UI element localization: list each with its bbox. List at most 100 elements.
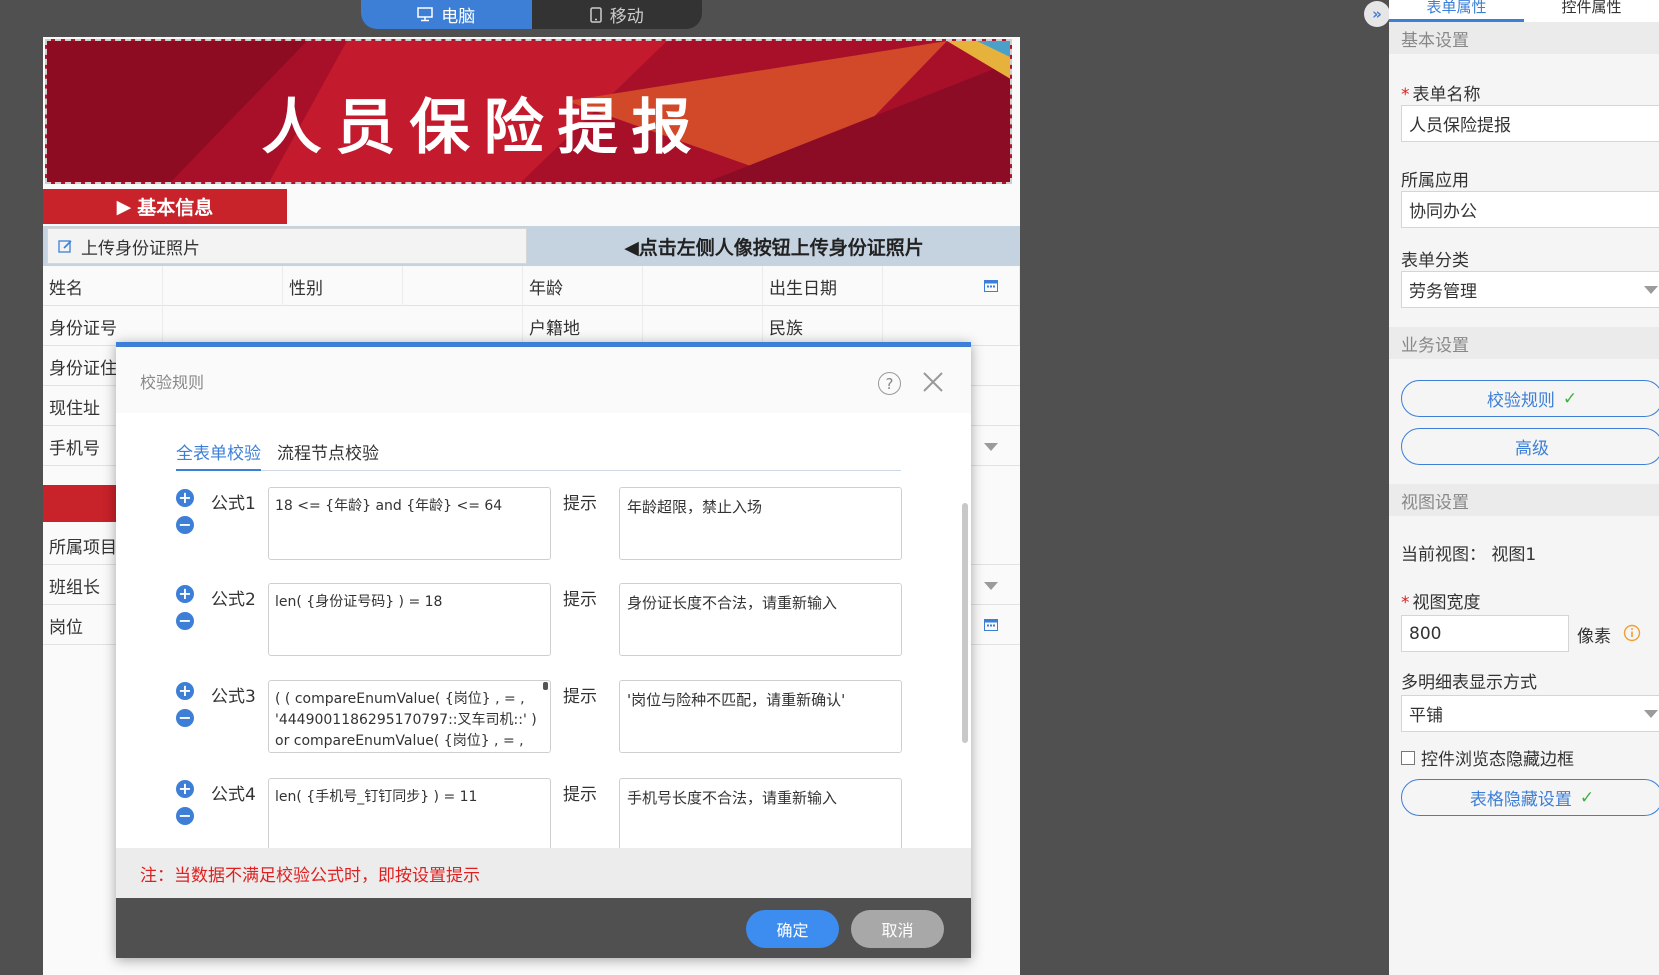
label-birth: 出生日期 bbox=[763, 266, 883, 306]
remove-rule-icon[interactable]: − bbox=[176, 709, 194, 727]
view-width-input[interactable]: 800 bbox=[1401, 615, 1569, 652]
hint-input[interactable]: 身份证长度不合法，请重新输入 bbox=[619, 583, 902, 656]
section-view-settings: 视图设置 bbox=[1389, 484, 1659, 516]
remove-rule-icon[interactable]: − bbox=[176, 807, 194, 825]
section-header-strip bbox=[43, 485, 123, 522]
add-rule-icon[interactable]: + bbox=[176, 489, 194, 507]
rule-row: + − 公式3 ( ( compareEnumValue( {岗位} , = ,… bbox=[116, 680, 971, 760]
field-id-number[interactable] bbox=[163, 306, 523, 346]
formula-input[interactable]: len( {身份证号码} ) = 18 bbox=[268, 583, 551, 656]
properties-panel: 表单属性 控件属性 基本设置 * 表单名称 人员保险提报 所属应用 协同办公 表单… bbox=[1389, 0, 1659, 975]
rule-row: + − 公式2 len( {身份证号码} ) = 18 提示 身份证长度不合法，… bbox=[116, 583, 971, 663]
close-icon[interactable] bbox=[920, 369, 946, 395]
required-marker: * bbox=[1401, 85, 1410, 105]
table-hide-settings-button[interactable]: 表格隐藏设置 ✓ bbox=[1401, 779, 1659, 816]
field-birth[interactable] bbox=[883, 266, 1020, 306]
remove-rule-icon[interactable]: − bbox=[176, 516, 194, 534]
add-rule-icon[interactable]: + bbox=[176, 780, 194, 798]
dialog-footer: 确定 取消 bbox=[116, 898, 971, 958]
field-ethnicity[interactable] bbox=[883, 306, 1020, 346]
section-basic-settings: 基本设置 bbox=[1389, 22, 1659, 54]
form-banner: 人员保险提报 bbox=[45, 39, 1012, 184]
rule-label: 公式4 bbox=[211, 785, 256, 805]
triangle-right-icon: ▶ bbox=[116, 195, 132, 218]
hint-label: 提示 bbox=[563, 785, 597, 805]
field-gender[interactable] bbox=[403, 266, 523, 306]
chevron-down-icon bbox=[1644, 286, 1658, 294]
hint-input[interactable]: '岗位与险种不匹配，请重新确认' bbox=[619, 680, 902, 753]
confirm-button[interactable]: 确定 bbox=[746, 910, 839, 948]
app-label: 所属应用 bbox=[1401, 171, 1469, 191]
validation-rules-button[interactable]: 校验规则 ✓ bbox=[1401, 380, 1659, 417]
field-name[interactable] bbox=[163, 266, 283, 306]
double-chevron-right-icon: » bbox=[1372, 5, 1382, 23]
advanced-label: 高级 bbox=[1515, 439, 1549, 459]
section-basic-info-label: 基本信息 bbox=[137, 197, 214, 219]
required-marker: * bbox=[1401, 593, 1410, 613]
hint-input[interactable]: 手机号长度不合法，请重新输入 bbox=[619, 778, 902, 848]
formula-input[interactable]: len( {手机号_钉钉同步} ) = 11 bbox=[268, 778, 551, 848]
form-name-label: * 表单名称 bbox=[1401, 80, 1481, 105]
calendar-icon[interactable] bbox=[984, 618, 998, 631]
dialog-title: 校验规则 bbox=[140, 373, 205, 392]
phone-icon bbox=[590, 6, 602, 23]
category-value: 劳务管理 bbox=[1409, 282, 1477, 302]
rule-row: + − 公式4 len( {手机号_钉钉同步} ) = 11 提示 手机号长度不… bbox=[116, 778, 971, 848]
dialog-scrollbar[interactable] bbox=[962, 503, 968, 743]
advanced-button[interactable]: 高级 bbox=[1401, 428, 1659, 465]
collapse-panel-button[interactable]: » bbox=[1364, 1, 1390, 27]
label-hometown: 户籍地 bbox=[523, 306, 643, 346]
section-basic-info: ▶ 基本信息 bbox=[43, 189, 287, 224]
cancel-button[interactable]: 取消 bbox=[851, 910, 944, 948]
formula-input[interactable]: 18 <= {年龄} and {年龄} <= 64 bbox=[268, 487, 551, 560]
current-view: 当前视图： 视图1 bbox=[1401, 545, 1537, 565]
chevron-down-icon[interactable] bbox=[984, 582, 998, 590]
calendar-icon[interactable] bbox=[984, 279, 998, 292]
label-ethnicity: 民族 bbox=[763, 306, 883, 346]
tab-control-properties[interactable]: 控件属性 bbox=[1524, 0, 1659, 22]
field-age[interactable] bbox=[643, 266, 763, 306]
chevron-down-icon[interactable] bbox=[984, 443, 998, 451]
desktop-mode-button[interactable]: 电脑 bbox=[361, 0, 532, 29]
textarea-scrollbar[interactable] bbox=[543, 682, 548, 690]
add-rule-icon[interactable]: + bbox=[176, 585, 194, 603]
field-hometown[interactable] bbox=[643, 306, 763, 346]
formula-text: ( ( compareEnumValue( {岗位} , = , '444900… bbox=[275, 691, 537, 749]
hide-border-checkbox[interactable] bbox=[1401, 750, 1415, 765]
section-business-settings: 业务设置 bbox=[1389, 327, 1659, 359]
upload-hint: ◀点击左侧人像按钮上传身份证照片 bbox=[624, 236, 924, 259]
hint-label: 提示 bbox=[563, 687, 597, 707]
banner-title: 人员保险提报 bbox=[261, 93, 706, 163]
rule-label: 公式2 bbox=[211, 590, 256, 610]
hide-border-label: 控件浏览态隐藏边框 bbox=[1421, 750, 1574, 770]
hint-input[interactable]: 年龄超限，禁止入场 bbox=[619, 487, 902, 560]
unit-label: 像素 bbox=[1577, 627, 1611, 647]
label-age: 年龄 bbox=[523, 266, 643, 306]
rule-tabs: 全表单校验 流程节点校验 bbox=[176, 441, 901, 471]
add-rule-icon[interactable]: + bbox=[176, 682, 194, 700]
formula-input[interactable]: ( ( compareEnumValue( {岗位} , = , '444900… bbox=[268, 680, 551, 753]
form-name-input[interactable]: 人员保险提报 bbox=[1401, 105, 1659, 142]
form-row-name: 姓名 性别 年龄 出生日期 bbox=[43, 266, 1020, 306]
tab-full-form-validation[interactable]: 全表单校验 bbox=[176, 441, 261, 471]
tab-form-properties[interactable]: 表单属性 bbox=[1389, 0, 1524, 22]
view-width-label: * 视图宽度 bbox=[1401, 588, 1481, 613]
mobile-mode-label: 移动 bbox=[609, 7, 644, 27]
info-icon[interactable] bbox=[1623, 624, 1641, 642]
category-select[interactable]: 劳务管理 bbox=[1401, 271, 1659, 308]
table-hide-settings-label: 表格隐藏设置 bbox=[1469, 790, 1572, 810]
mobile-mode-button[interactable]: 移动 bbox=[532, 0, 703, 29]
app-input[interactable]: 协同办公 bbox=[1401, 191, 1659, 228]
upload-id-photo-button[interactable]: 上传身份证照片 bbox=[47, 228, 527, 264]
rule-label: 公式3 bbox=[211, 687, 256, 707]
checkmark-icon: ✓ bbox=[1579, 787, 1595, 808]
help-icon[interactable]: ? bbox=[878, 372, 901, 395]
remove-rule-icon[interactable]: − bbox=[176, 612, 194, 630]
hide-border-option[interactable]: 控件浏览态隐藏边框 bbox=[1401, 745, 1574, 770]
tab-flow-node-validation[interactable]: 流程节点校验 bbox=[277, 441, 379, 471]
monitor-icon bbox=[417, 7, 433, 22]
edit-icon bbox=[58, 239, 72, 253]
detail-display-select[interactable]: 平铺 bbox=[1401, 695, 1659, 732]
category-label: 表单分类 bbox=[1401, 251, 1469, 271]
detail-display-label: 多明细表显示方式 bbox=[1401, 673, 1537, 693]
